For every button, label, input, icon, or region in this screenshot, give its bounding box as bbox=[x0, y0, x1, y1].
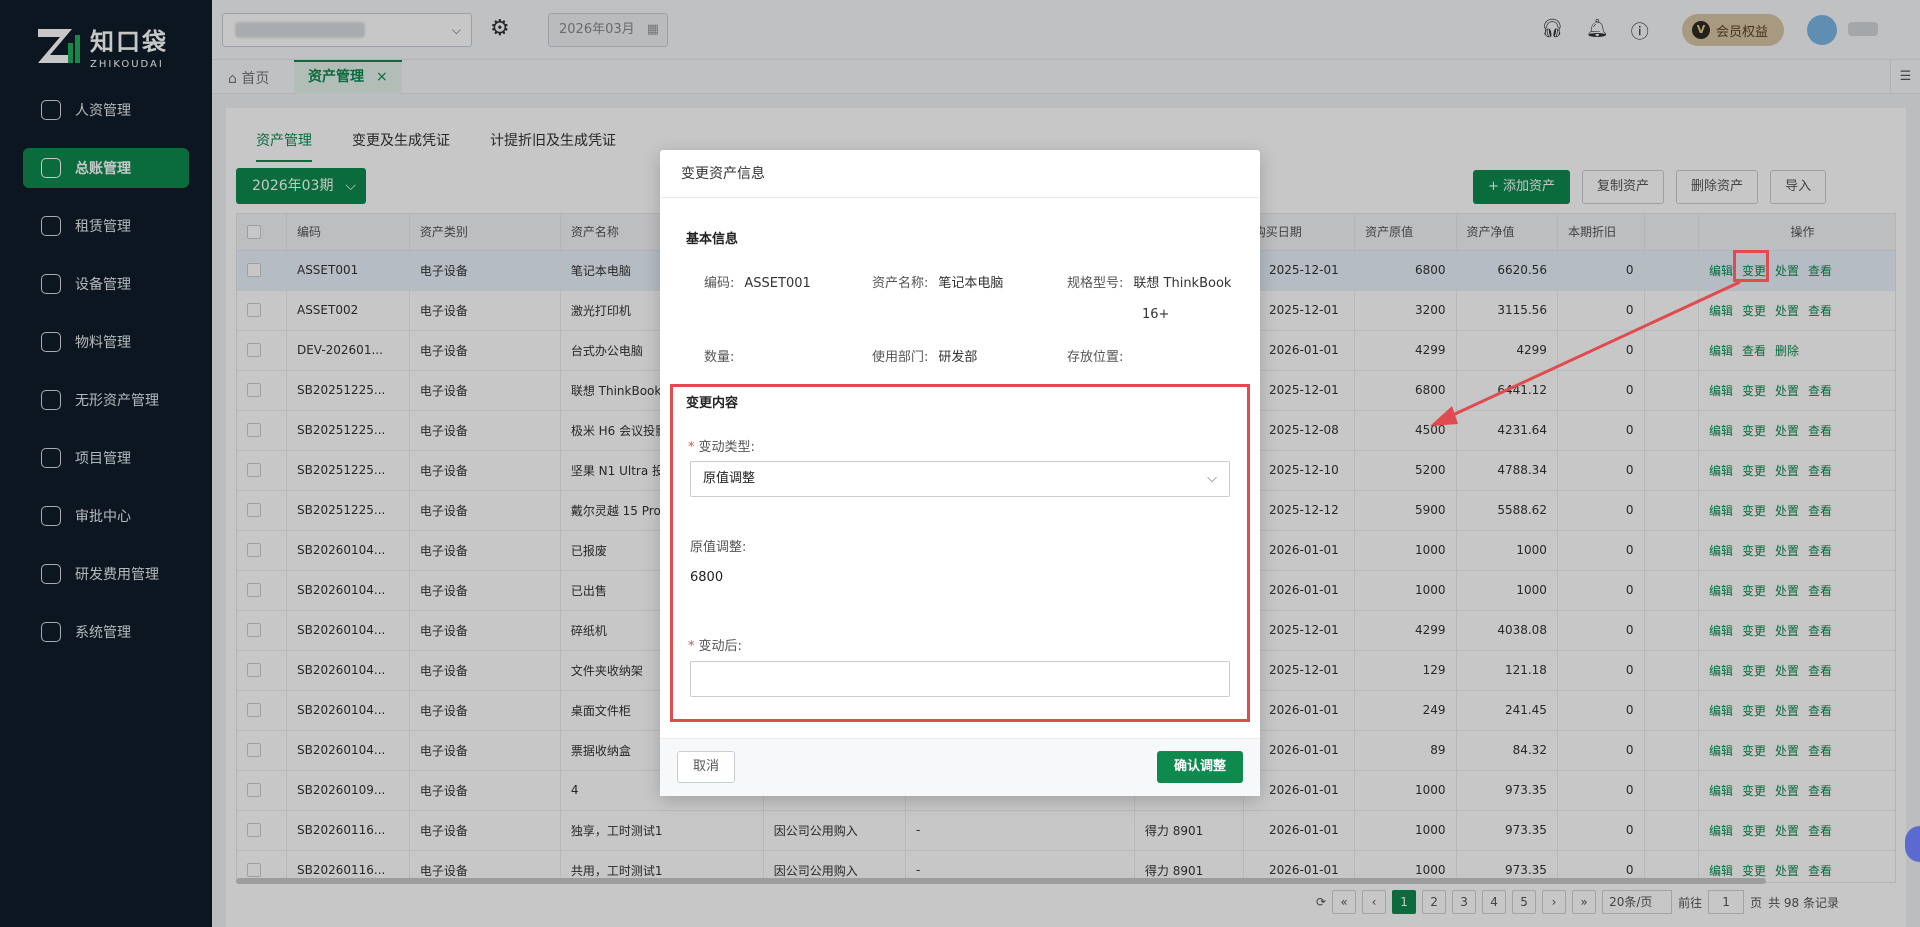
confirm-adjust-button[interactable]: 确认调整 bbox=[1157, 751, 1243, 783]
change-type-select[interactable]: 原值调整 ⌵ bbox=[690, 461, 1230, 497]
model-value: 联想 ThinkBook bbox=[1133, 276, 1232, 291]
code-value: ASSET001 bbox=[744, 276, 811, 291]
required-mark: * bbox=[688, 639, 695, 654]
dialog-title: 变更资产信息 bbox=[660, 150, 1260, 198]
after-change-input[interactable] bbox=[690, 661, 1230, 697]
asset-name-label: 资产名称: bbox=[872, 276, 929, 291]
after-change-label-text: 变动后: bbox=[698, 639, 742, 654]
change-content-title: 变更内容 bbox=[686, 396, 739, 411]
model-field: 规格型号: 联想 ThinkBook bbox=[1067, 272, 1257, 291]
basic-info-title: 基本信息 bbox=[686, 232, 739, 247]
department-label: 使用部门: bbox=[872, 350, 929, 365]
asset-name-field: 资产名称: 笔记本电脑 bbox=[872, 272, 1003, 291]
annotation-highlight-box bbox=[1733, 250, 1769, 282]
quantity-field: 数量: bbox=[704, 346, 744, 365]
location-field: 存放位置: bbox=[1067, 346, 1133, 365]
dialog-footer: 取消 确认调整 bbox=[660, 738, 1260, 796]
location-label: 存放位置: bbox=[1067, 350, 1124, 365]
change-type-label: * 变动类型: bbox=[688, 436, 755, 455]
department-field: 使用部门: 研发部 bbox=[872, 346, 977, 365]
change-type-label-text: 变动类型: bbox=[698, 440, 755, 455]
original-value-label: 原值调整: bbox=[690, 540, 747, 555]
chevron-down-icon: ⌵ bbox=[1207, 471, 1217, 486]
asset-name-value: 笔记本电脑 bbox=[938, 276, 1004, 291]
department-value: 研发部 bbox=[938, 350, 978, 365]
code-label: 编码: bbox=[704, 276, 735, 291]
cancel-button[interactable]: 取消 bbox=[677, 751, 735, 783]
original-value: 6800 bbox=[690, 570, 724, 585]
required-mark: * bbox=[688, 440, 695, 455]
quantity-label: 数量: bbox=[704, 350, 735, 365]
change-asset-dialog: 变更资产信息 基本信息 编码: ASSET001 资产名称: 笔记本电脑 规格型号:… bbox=[660, 150, 1260, 796]
after-change-label: * 变动后: bbox=[688, 635, 742, 654]
code-field: 编码: ASSET001 bbox=[704, 272, 811, 291]
change-type-value: 原值调整 bbox=[703, 471, 756, 486]
model-label: 规格型号: bbox=[1067, 276, 1124, 291]
model-value-cont: 16+ bbox=[1142, 307, 1170, 322]
